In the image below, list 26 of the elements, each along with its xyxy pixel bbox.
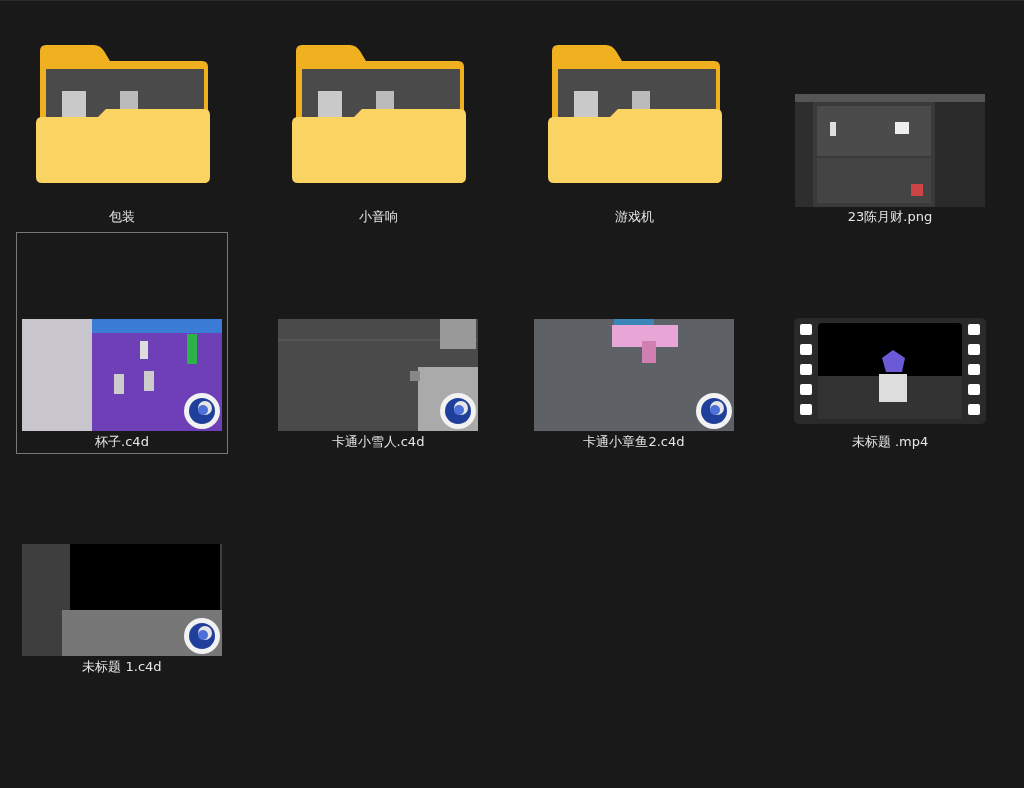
file-name: 杯子.c4d xyxy=(95,433,149,451)
sphere-badge-icon xyxy=(439,392,477,430)
file-name: 包装 xyxy=(109,208,135,226)
file-item[interactable]: 卡通小章鱼2.c4d xyxy=(528,232,740,454)
folder-icon xyxy=(34,45,210,185)
file-item[interactable]: 未标题 1.c4d xyxy=(16,457,228,679)
file-item[interactable]: 游戏机 xyxy=(528,7,740,229)
file-name: 小音响 xyxy=(358,208,398,226)
file-item[interactable]: 小音响 xyxy=(272,7,484,229)
file-item[interactable]: 未标题 .mp4 xyxy=(784,232,996,454)
film-strip-icon xyxy=(794,318,986,424)
folder-icon xyxy=(546,45,722,185)
sphere-badge-icon xyxy=(183,392,221,430)
file-item[interactable]: 23陈月财.png xyxy=(784,7,996,229)
file-item[interactable]: 杯子.c4d xyxy=(16,232,228,454)
file-name: 23陈月财.png xyxy=(847,208,933,226)
file-name: 未标题 1.c4d xyxy=(82,658,162,676)
sphere-badge-icon xyxy=(183,617,221,655)
file-name: 游戏机 xyxy=(614,208,654,226)
file-name: 卡通小章鱼2.c4d xyxy=(583,433,685,451)
file-name: 未标题 .mp4 xyxy=(851,433,929,451)
folder-icon xyxy=(290,45,466,185)
file-item[interactable]: 包装 xyxy=(16,7,228,229)
sphere-badge-icon xyxy=(695,392,733,430)
file-item[interactable]: 卡通小雪人.c4d xyxy=(272,232,484,454)
file-name: 卡通小雪人.c4d xyxy=(331,433,425,451)
